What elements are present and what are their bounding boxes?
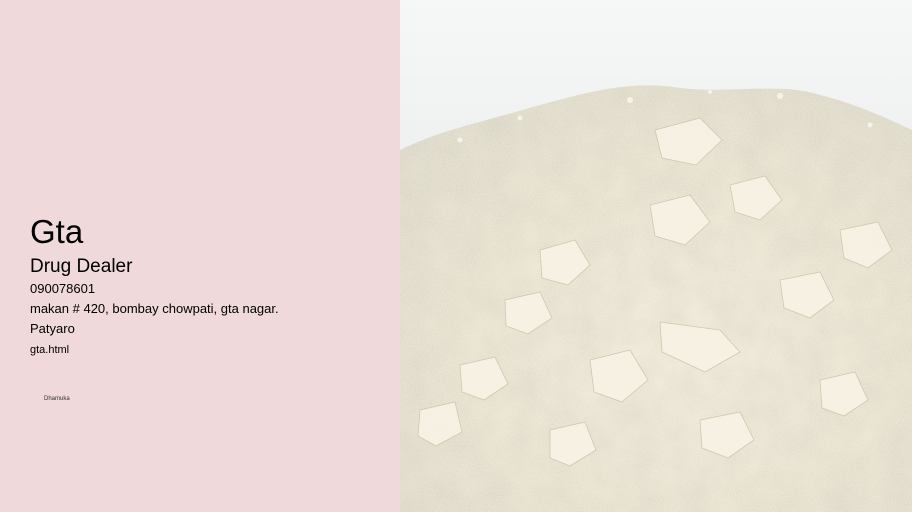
listing-link[interactable]: gta.html [30, 344, 69, 357]
listing-address: makan # 420, bombay chowpati, gta nagar. [30, 301, 279, 316]
info-panel: Gta Drug Dealer 090078601 makan # 420, b… [0, 0, 400, 512]
footer-credit: Dhamuka [44, 396, 70, 402]
page: Gta Drug Dealer 090078601 makan # 420, b… [0, 0, 912, 512]
powder-pile-image [400, 0, 912, 512]
listing-title: Gta [30, 213, 84, 250]
listing-area: Patyaro [30, 321, 75, 336]
listing-category: Drug Dealer [30, 256, 133, 277]
powder-photo [400, 0, 912, 512]
listing-phone: 090078601 [30, 281, 96, 296]
